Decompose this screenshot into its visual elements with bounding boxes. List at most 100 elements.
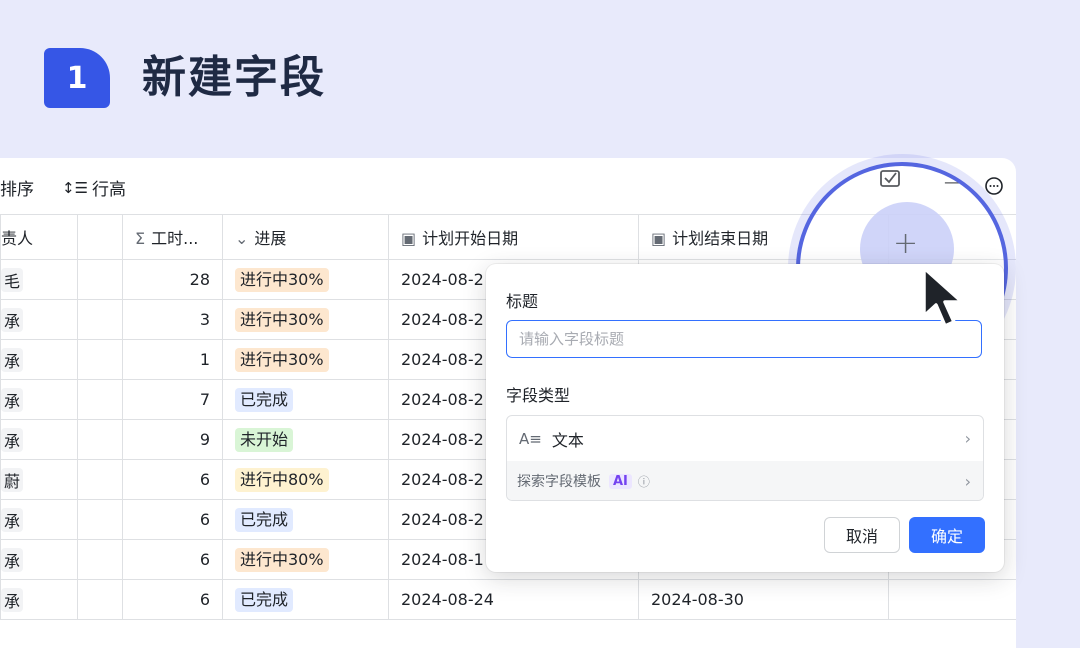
table-cell[interactable]: 承 bbox=[0, 579, 78, 620]
table-cell[interactable] bbox=[77, 499, 123, 540]
table-cell[interactable] bbox=[77, 459, 123, 500]
row-height-button[interactable]: ↕☰ 行高 bbox=[62, 175, 127, 201]
hours-cell: 6 bbox=[199, 550, 210, 569]
table-cell[interactable] bbox=[77, 299, 123, 340]
table-cell[interactable]: 6 bbox=[122, 579, 223, 620]
hours-cell: 9 bbox=[199, 430, 210, 449]
table-cell[interactable]: 进行中30% bbox=[222, 339, 389, 380]
owner-cell: 承 bbox=[1, 427, 24, 452]
owner-cell: 毛 bbox=[1, 267, 24, 292]
table-cell[interactable]: 3 bbox=[122, 299, 223, 340]
table-cell[interactable] bbox=[77, 379, 123, 420]
hours-cell: 28 bbox=[189, 270, 210, 289]
mouse-cursor-icon bbox=[922, 266, 964, 328]
field-type-select[interactable]: A≡ 文本 › bbox=[507, 416, 983, 461]
table-cell[interactable] bbox=[888, 579, 1016, 620]
template-label: 探索字段模板 bbox=[517, 474, 601, 490]
table-cell[interactable] bbox=[77, 339, 123, 380]
owner-cell: 承 bbox=[1, 507, 24, 532]
table-cell[interactable]: 承 bbox=[0, 299, 78, 340]
table-cell[interactable]: 承 bbox=[0, 379, 78, 420]
table-cell[interactable]: 进行中30% bbox=[222, 299, 389, 340]
table-cell[interactable]: 28 bbox=[122, 259, 223, 300]
table-cell[interactable]: 已完成 bbox=[222, 579, 389, 620]
table-cell[interactable]: 已完成 bbox=[222, 499, 389, 540]
chevron-right-icon: › bbox=[964, 471, 971, 491]
explore-template-row[interactable]: 探索字段模板 AI ⓘ › bbox=[507, 461, 983, 500]
row-height-icon: ↕☰ bbox=[62, 178, 89, 197]
table-cell[interactable]: 7 bbox=[122, 379, 223, 420]
table-cell[interactable]: 承 bbox=[0, 339, 78, 380]
column-header-hours[interactable]: Σ 工时... bbox=[122, 214, 223, 260]
field-type-label: 字段类型 bbox=[506, 386, 571, 405]
table-cell[interactable]: 2024-08-24 bbox=[388, 579, 639, 620]
title-label: 标题 bbox=[506, 292, 539, 311]
table-cell[interactable]: 进行中30% bbox=[222, 259, 389, 300]
table-row[interactable]: 承 6 已完成 2024-08-24 2024-08-30 bbox=[0, 579, 1016, 620]
progress-tag: 进行中30% bbox=[235, 347, 329, 372]
table-cell[interactable] bbox=[77, 579, 123, 620]
table-cell[interactable]: 9 bbox=[122, 419, 223, 460]
table-cell[interactable]: 承 bbox=[0, 499, 78, 540]
progress-tag: 进行中30% bbox=[235, 267, 329, 292]
field-title-input[interactable] bbox=[506, 320, 982, 358]
comment-icon[interactable] bbox=[984, 176, 1004, 201]
owner-cell: 蔚 bbox=[1, 467, 24, 492]
field-type-value: 文本 bbox=[551, 430, 584, 450]
owner-cell: 承 bbox=[1, 387, 24, 412]
table-cell[interactable]: 6 bbox=[122, 459, 223, 500]
table-cell[interactable]: 进行中30% bbox=[222, 539, 389, 580]
end-date-cell: 2024-08-30 bbox=[651, 590, 744, 609]
owner-cell: 承 bbox=[1, 547, 24, 572]
ai-badge: AI bbox=[609, 473, 632, 489]
table-cell[interactable]: 承 bbox=[0, 539, 78, 580]
confirm-button[interactable]: 确定 bbox=[909, 517, 985, 553]
calendar-icon: ▣ bbox=[401, 229, 417, 248]
sort-button[interactable]: 排序 bbox=[0, 175, 34, 200]
table-cell[interactable]: 2024-08-30 bbox=[638, 579, 889, 620]
start-date-cell: 2024-08-2 bbox=[401, 470, 484, 489]
table-cell[interactable]: 蔚 bbox=[0, 459, 78, 500]
start-date-cell: 2024-08-2 bbox=[401, 270, 484, 289]
select-icon: ⌄ bbox=[235, 229, 249, 248]
progress-tag: 已完成 bbox=[235, 507, 294, 532]
sort-label: 排序 bbox=[0, 180, 34, 200]
hours-cell: 6 bbox=[199, 590, 210, 609]
table-cell[interactable]: 承 bbox=[0, 419, 78, 460]
owner-cell: 承 bbox=[1, 347, 24, 372]
progress-tag: 未开始 bbox=[235, 427, 294, 452]
table-cell[interactable] bbox=[77, 539, 123, 580]
info-icon: ⓘ bbox=[637, 474, 650, 489]
progress-tag: 进行中30% bbox=[235, 307, 329, 332]
row-height-label: 行高 bbox=[92, 180, 127, 200]
page-title: 新建字段 bbox=[142, 52, 326, 103]
start-date-cell: 2024-08-2 bbox=[401, 430, 484, 449]
table-cell[interactable]: 进行中80% bbox=[222, 459, 389, 500]
column-header-blank[interactable] bbox=[77, 214, 123, 260]
start-date-cell: 2024-08-2 bbox=[401, 350, 484, 369]
table-cell[interactable]: 6 bbox=[122, 539, 223, 580]
hours-cell: 7 bbox=[199, 390, 210, 409]
owner-cell: 承 bbox=[1, 307, 24, 332]
table-cell[interactable]: 6 bbox=[122, 499, 223, 540]
column-header-owner[interactable]: 责人 bbox=[0, 214, 78, 260]
table-cell[interactable]: 1 bbox=[122, 339, 223, 380]
cancel-button[interactable]: 取消 bbox=[824, 517, 900, 553]
sum-icon: Σ bbox=[135, 229, 146, 248]
column-header-start-date[interactable]: ▣ 计划开始日期 bbox=[388, 214, 639, 260]
step-badge: 1 bbox=[44, 48, 110, 108]
start-date-cell: 2024-08-2 bbox=[401, 310, 484, 329]
table-cell[interactable]: 未开始 bbox=[222, 419, 389, 460]
table-cell[interactable]: 毛 bbox=[0, 259, 78, 300]
start-date-cell: 2024-08-2 bbox=[401, 510, 484, 529]
table-cell[interactable]: 已完成 bbox=[222, 379, 389, 420]
progress-tag: 进行中30% bbox=[235, 547, 329, 572]
start-date-cell: 2024-08-24 bbox=[401, 590, 494, 609]
table-cell[interactable] bbox=[77, 419, 123, 460]
calendar-icon: ▣ bbox=[651, 229, 667, 248]
field-type-box: A≡ 文本 › 探索字段模板 AI ⓘ › bbox=[506, 415, 984, 501]
column-header-progress[interactable]: ⌄ 进展 bbox=[222, 214, 389, 260]
table-cell[interactable] bbox=[77, 259, 123, 300]
add-field-plus-icon[interactable]: + bbox=[893, 226, 918, 261]
owner-cell: 承 bbox=[1, 587, 24, 612]
